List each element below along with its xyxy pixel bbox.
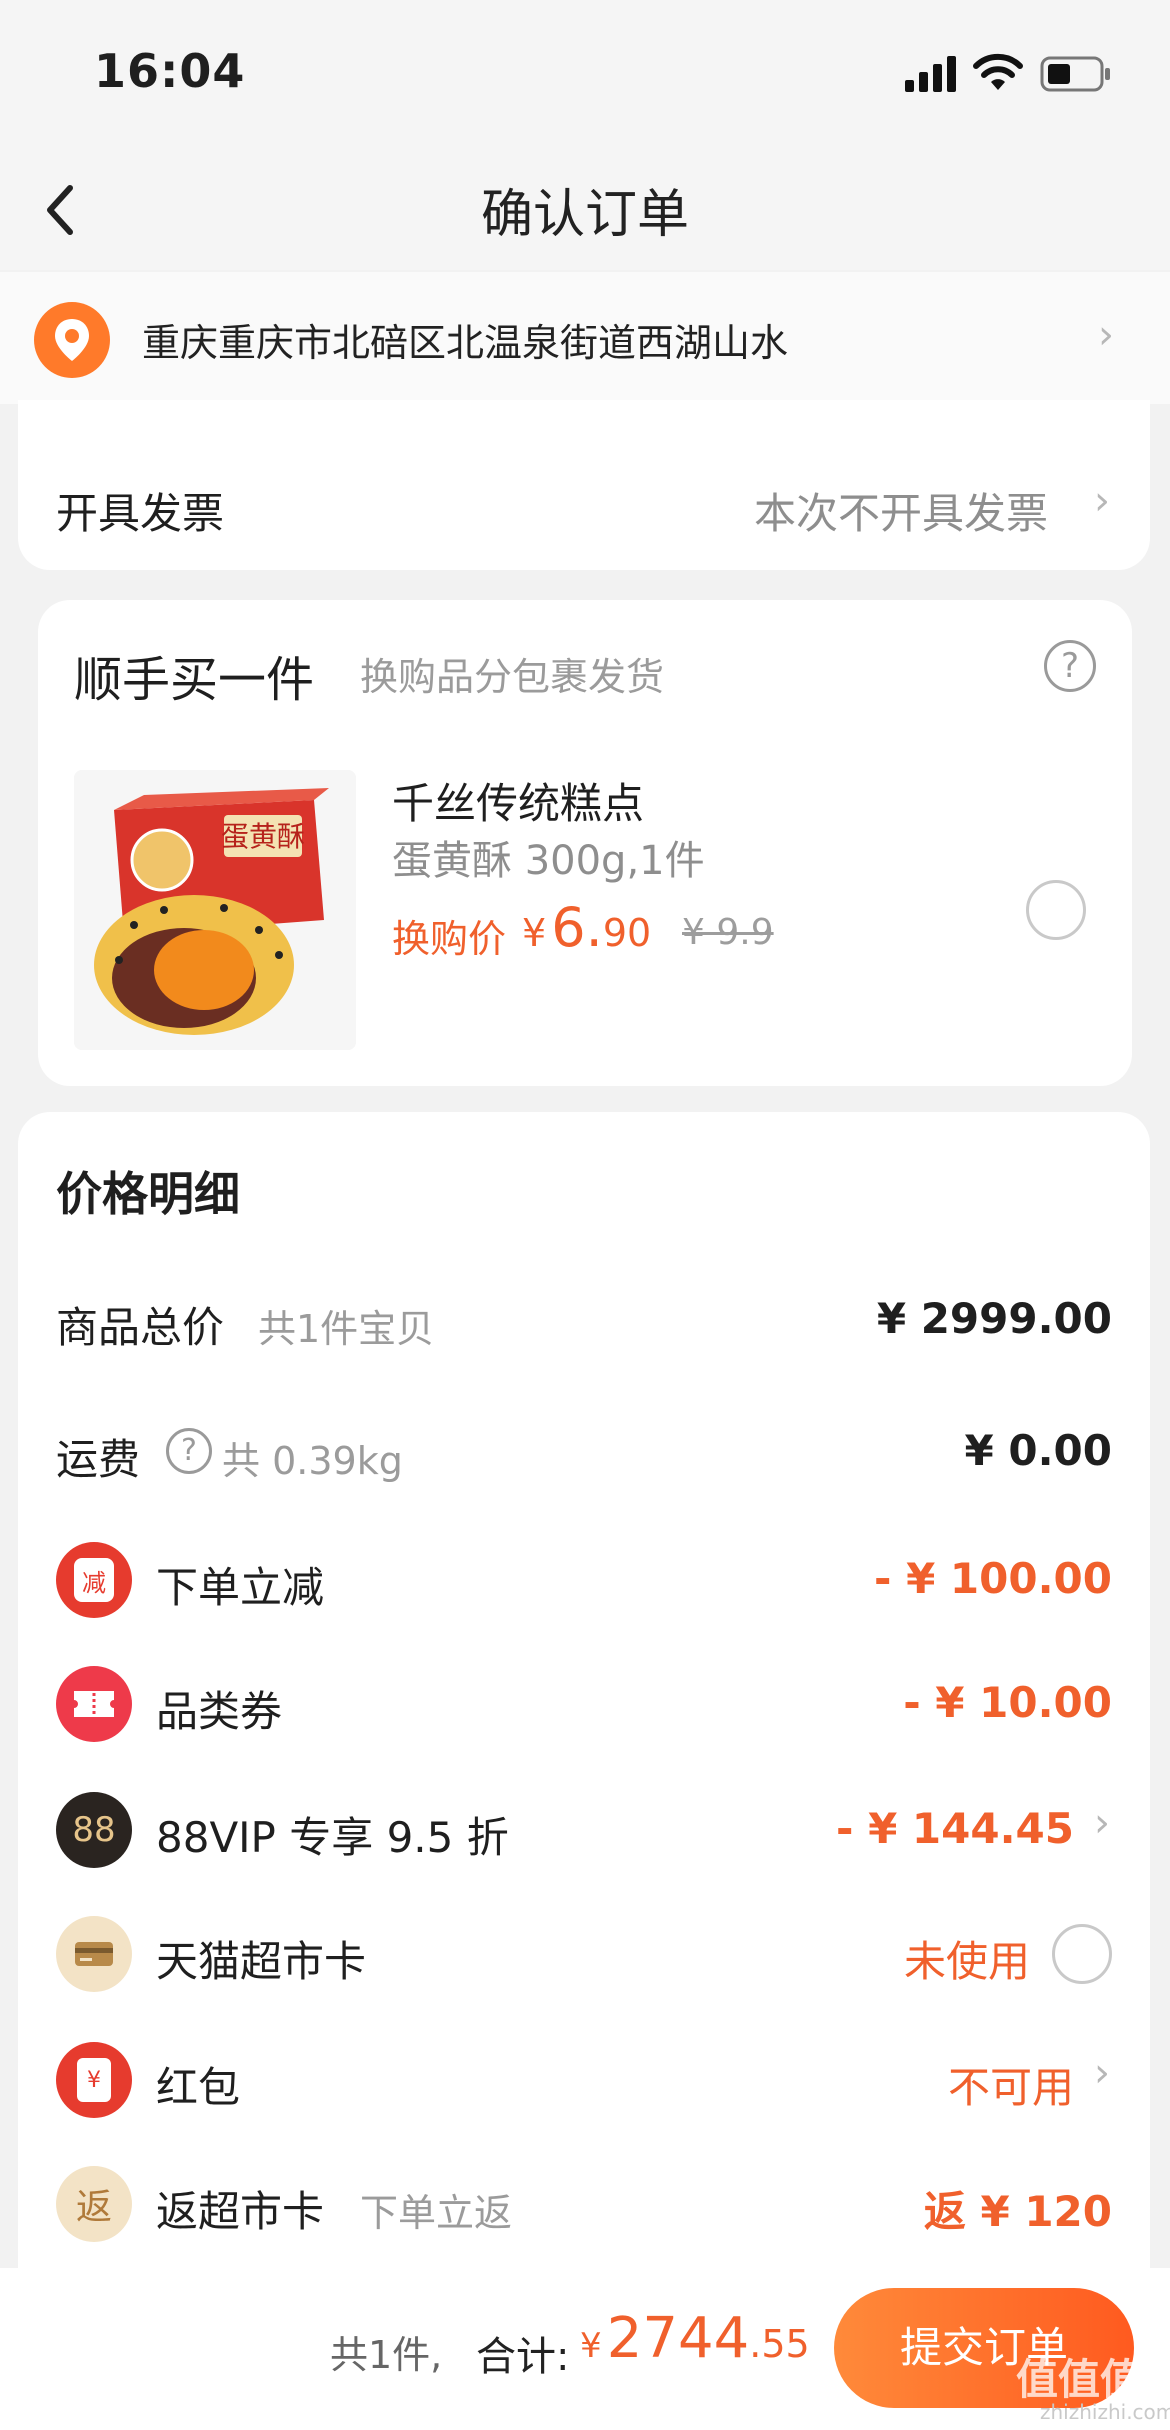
total-label: 合计: [476, 2334, 570, 2380]
invoice-value[interactable]: 本次不开具发票 [754, 480, 1048, 541]
help-icon[interactable]: ? [1044, 640, 1096, 692]
cashback-sub: 下单立返 [360, 2191, 513, 2235]
exchange-price-label: 换购价 [392, 917, 507, 961]
package-label: 蛋黄酥 [221, 820, 305, 853]
addon-select-radio[interactable] [1026, 880, 1086, 940]
chevron-right-icon: › [1094, 1800, 1110, 1846]
product-name: 千丝传统糕点 [392, 779, 645, 828]
signal-icon [905, 56, 956, 92]
item-count: 共1件, [330, 2333, 443, 2377]
supermarket-card-radio[interactable] [1052, 1924, 1112, 1984]
red-packet-icon: ¥ [56, 2042, 132, 2118]
shipping-value: ¥ 0.00 [964, 1426, 1112, 1475]
watermark-url: zhizhizhi.com [1040, 2400, 1170, 2424]
wifi-icon [973, 53, 1023, 90]
supermarket-card-icon [56, 1916, 132, 1992]
order-discount-value: - ¥ 100.00 [874, 1554, 1112, 1603]
vip-discount-label: 88VIP 专享 9.5 折 [156, 1813, 509, 1862]
supermarket-card-value: 未使用 [903, 1937, 1030, 1986]
chevron-right-icon: › [1094, 478, 1110, 524]
product-spec: 蛋黄酥 300g,1件 [392, 838, 705, 884]
shipping-label: 运费 [56, 1435, 141, 1484]
vip-discount-value[interactable]: - ¥ 144.45 [700, 1804, 1074, 1853]
original-price: ¥ 9.9 [682, 912, 774, 953]
battery-icon [1040, 56, 1110, 92]
cashback-value: 返 ¥ 120 [923, 2187, 1112, 2236]
addon-subtitle: 换购品分包裹发货 [360, 655, 665, 699]
category-coupon-label: 品类券 [156, 1687, 283, 1736]
page-title: 确认订单 [480, 185, 689, 245]
chevron-right-icon: › [1098, 312, 1114, 358]
address-text: 重庆重庆市北碚区北温泉街道西湖山水 [142, 321, 789, 365]
location-pin-icon [34, 302, 110, 378]
cashback-icon: 返 [56, 2166, 132, 2242]
red-packet-value[interactable]: 不可用 [760, 2054, 1074, 2115]
product-image[interactable]: 蛋黄酥 [74, 770, 356, 1050]
supermarket-card-label: 天猫超市卡 [156, 1937, 367, 1986]
addon-title: 顺手买一件 [74, 652, 315, 708]
exchange-price: ¥ 6.90 [522, 896, 652, 959]
goods-total-value: ¥ 2999.00 [876, 1294, 1112, 1343]
help-icon[interactable]: ? [166, 1428, 212, 1474]
chevron-right-icon: › [1094, 2050, 1110, 2096]
discount-icon: 减 [56, 1542, 132, 1618]
watermark: 值值值 [1016, 2355, 1143, 2404]
status-time: 16:04 [94, 44, 246, 98]
shipping-weight: 共 0.39kg [222, 1439, 403, 1483]
total-amount: ¥ 2744.55 [580, 2306, 810, 2371]
red-packet-label: 红包 [156, 2063, 241, 2112]
cashback-label: 返超市卡 [156, 2187, 325, 2236]
goods-total-label: 商品总价 [56, 1303, 225, 1352]
price-detail-title: 价格明细 [56, 1167, 240, 1221]
invoice-label: 开具发票 [56, 489, 225, 538]
order-discount-label: 下单立减 [156, 1563, 325, 1612]
vip-88-icon: 88 [56, 1792, 132, 1868]
coupon-icon [56, 1666, 132, 1742]
goods-count: 共1件宝贝 [258, 1307, 435, 1351]
category-coupon-value: - ¥ 10.00 [903, 1678, 1112, 1727]
